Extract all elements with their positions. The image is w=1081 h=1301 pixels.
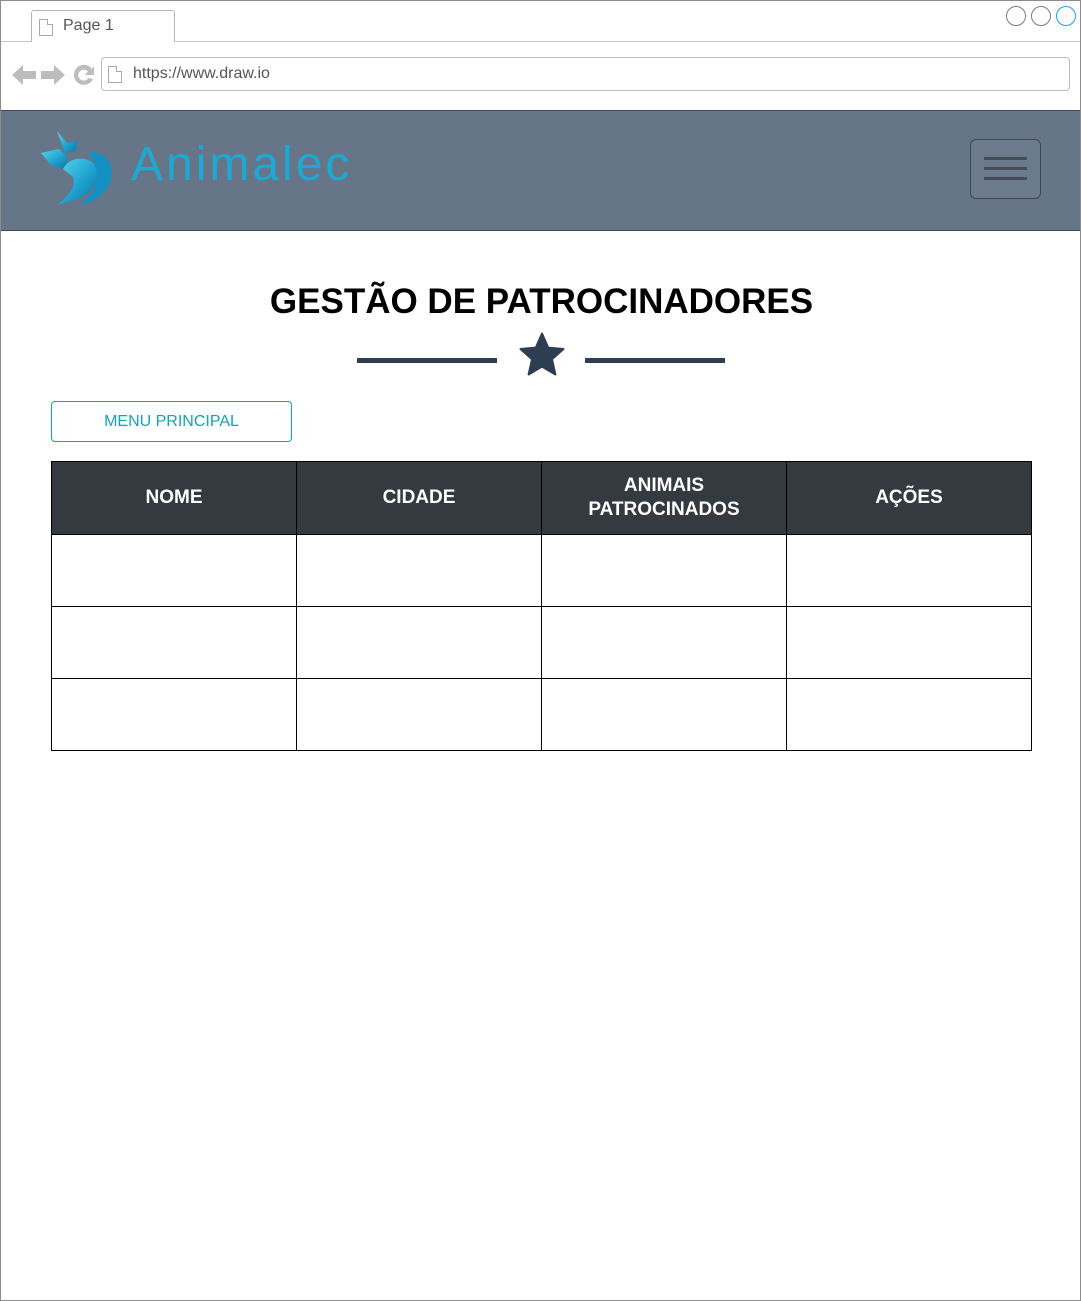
table-cell-animais (541, 606, 787, 679)
tab-strip: Page 1 (1, 1, 1080, 43)
column-header-cidade[interactable]: CIDADE (296, 461, 542, 535)
table-cell-acoes[interactable] (786, 534, 1032, 607)
column-header-animais-patrocinados[interactable]: ANIMAIS PATROCINADOS (541, 461, 787, 535)
divider-line-right (585, 358, 725, 363)
back-arrow-icon[interactable] (11, 63, 37, 87)
minimize-button[interactable] (1006, 6, 1026, 26)
hamburger-line (984, 177, 1027, 180)
star-icon (519, 332, 565, 376)
table-header-row: NOME CIDADE ANIMAIS PATROCINADOS AÇÕES (51, 461, 1032, 535)
page-icon (108, 66, 122, 83)
hamburger-line (984, 157, 1027, 160)
table-cell-cidade (296, 606, 542, 679)
url-input[interactable]: https://www.draw.io (101, 57, 1070, 91)
table-cell-nome (51, 606, 297, 679)
app-header: Animalec (1, 110, 1080, 231)
column-header-text: ANIMAIS PATROCINADOS (588, 475, 740, 520)
address-bar-row: https://www.draw.io (1, 42, 1080, 110)
table-cell-nome (51, 678, 297, 751)
tab-label: Page 1 (63, 17, 114, 34)
fox-logo-icon (41, 131, 112, 205)
column-header-nome[interactable]: NOME (51, 461, 297, 535)
table-row[interactable] (51, 678, 1032, 751)
table-cell-cidade (296, 534, 542, 607)
divider-line-left (357, 358, 497, 363)
reload-icon[interactable] (72, 63, 96, 87)
hamburger-line (984, 167, 1027, 170)
browser-window: Page 1 https://www.draw.io Animalec GEST… (0, 0, 1081, 1301)
table-row[interactable] (51, 606, 1032, 679)
table-cell-acoes[interactable] (786, 606, 1032, 679)
table-cell-nome (51, 534, 297, 607)
forward-arrow-icon[interactable] (40, 63, 66, 87)
column-header-acoes[interactable]: AÇÕES (786, 461, 1032, 535)
main-menu-button[interactable]: MENU PRINCIPAL (51, 401, 292, 442)
table-cell-animais (541, 534, 787, 607)
sponsors-table: NOME CIDADE ANIMAIS PATROCINADOS AÇÕES (51, 461, 1032, 751)
maximize-button[interactable] (1031, 6, 1051, 26)
brand-name[interactable]: Animalec (131, 137, 352, 192)
table-cell-acoes[interactable] (786, 678, 1032, 751)
browser-tab[interactable]: Page 1 (31, 10, 175, 43)
table-row[interactable] (51, 534, 1032, 607)
hamburger-menu-button[interactable] (970, 139, 1041, 199)
url-text: https://www.draw.io (133, 65, 270, 82)
page-title: GESTÃO DE PATROCINADORES (269, 282, 814, 321)
table-cell-animais (541, 678, 787, 751)
page-icon (39, 19, 53, 36)
table-cell-cidade (296, 678, 542, 751)
close-button[interactable] (1056, 6, 1076, 26)
